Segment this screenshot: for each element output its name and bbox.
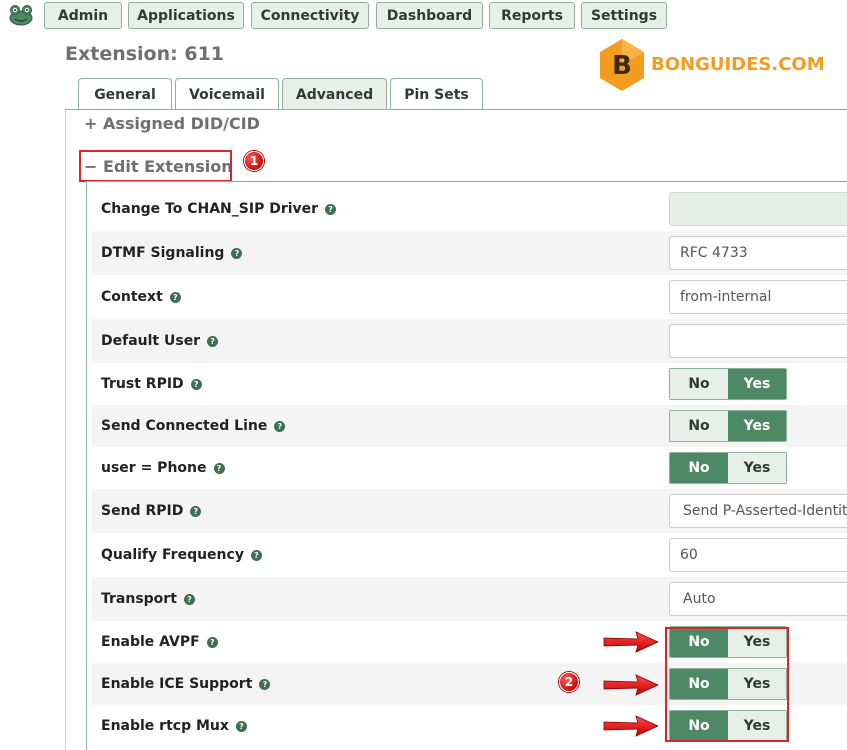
toggle-yes[interactable]: Yes xyxy=(728,369,786,399)
nav-connectivity-button[interactable]: Connectivity xyxy=(251,2,369,29)
trust-rpid-toggle[interactable]: No Yes xyxy=(669,368,787,400)
content-border xyxy=(65,110,66,750)
row-context: Context? from-internal xyxy=(92,275,847,319)
help-icon[interactable]: ? xyxy=(169,291,181,303)
help-icon[interactable]: ? xyxy=(190,378,202,390)
field-label: Change To CHAN_SIP Driver? xyxy=(101,201,337,217)
page-title: Extension: 611 xyxy=(65,43,225,65)
toggle-yes[interactable]: Yes xyxy=(728,453,786,483)
field-label: DTMF Signaling? xyxy=(101,245,243,261)
nav-applications-button[interactable]: Applications xyxy=(128,2,244,29)
help-icon[interactable]: ? xyxy=(231,247,243,259)
transport-select[interactable]: Auto xyxy=(669,582,847,616)
help-icon[interactable]: ? xyxy=(250,549,262,561)
help-icon[interactable]: ? xyxy=(325,203,337,215)
help-icon[interactable]: ? xyxy=(207,335,219,347)
row-send-rpid: Send RPID? Send P-Asserted-Identity head… xyxy=(92,489,847,533)
nav-dashboard-button[interactable]: Dashboard xyxy=(376,2,483,29)
tab-voicemail[interactable]: Voicemail xyxy=(175,78,279,110)
row-transport: Transport? Auto xyxy=(92,577,847,621)
field-label: Enable rtcp Mux? xyxy=(101,718,247,734)
send-rpid-select[interactable]: Send P-Asserted-Identity header xyxy=(669,494,847,528)
toggle-no[interactable]: No xyxy=(670,453,728,483)
panel-border-left xyxy=(86,181,87,750)
user-phone-toggle[interactable]: No Yes xyxy=(669,452,787,484)
chan-sip-driver-field[interactable] xyxy=(669,192,847,226)
row-dtmf-signaling: DTMF Signaling? RFC 4733 xyxy=(92,231,847,275)
watermark-letter: B xyxy=(612,51,632,81)
help-icon[interactable]: ? xyxy=(235,720,247,732)
help-icon[interactable]: ? xyxy=(206,636,218,648)
field-label: Qualify Frequency? xyxy=(101,547,262,563)
context-input[interactable]: from-internal xyxy=(669,280,847,314)
send-connected-line-toggle[interactable]: No Yes xyxy=(669,410,787,442)
help-icon[interactable]: ? xyxy=(190,505,202,517)
tab-pin-sets[interactable]: Pin Sets xyxy=(390,78,483,110)
plus-icon: + xyxy=(84,114,98,133)
section-label: Assigned DID/CID xyxy=(102,114,260,133)
qualify-frequency-input[interactable]: 60 xyxy=(669,538,847,572)
field-label: Send Connected Line? xyxy=(101,418,286,434)
highlight-box-toggles xyxy=(665,627,789,742)
panel-border xyxy=(86,181,847,182)
row-user-phone: user = Phone? No Yes xyxy=(92,447,847,489)
row-send-connected-line: Send Connected Line? No Yes xyxy=(92,405,847,447)
tab-general[interactable]: General xyxy=(78,78,172,110)
toggle-no[interactable]: No xyxy=(670,411,728,441)
field-label: user = Phone? xyxy=(101,460,225,476)
row-chan-sip-driver: Change To CHAN_SIP Driver? xyxy=(92,187,847,231)
field-label: Send RPID? xyxy=(101,503,202,519)
default-user-input[interactable] xyxy=(669,324,847,358)
field-label: Enable ICE Support? xyxy=(101,676,271,692)
top-nav: Admin Applications Connectivity Dashboar… xyxy=(0,0,847,34)
help-icon[interactable]: ? xyxy=(274,420,286,432)
toggle-yes[interactable]: Yes xyxy=(728,411,786,441)
field-label: Context? xyxy=(101,289,181,305)
row-default-user: Default User? xyxy=(92,319,847,363)
red-arrow-icon xyxy=(603,631,659,653)
field-label: Enable AVPF? xyxy=(101,634,218,650)
red-arrow-icon xyxy=(603,715,659,737)
watermark: B BONGUIDES.COM xyxy=(597,37,837,93)
highlight-box-edit-extension xyxy=(79,150,232,182)
toggle-no[interactable]: No xyxy=(670,369,728,399)
field-label: Transport? xyxy=(101,591,195,607)
callout-badge-2: 2 xyxy=(559,672,579,692)
tab-advanced[interactable]: Advanced xyxy=(282,78,387,110)
nav-admin-button[interactable]: Admin xyxy=(44,2,122,29)
callout-badge-1: 1 xyxy=(244,151,264,171)
red-arrow-icon xyxy=(603,674,659,696)
freepbx-frog-logo-icon[interactable] xyxy=(8,3,34,27)
help-icon[interactable]: ? xyxy=(213,462,225,474)
dtmf-signaling-select[interactable]: RFC 4733 xyxy=(669,236,847,270)
row-qualify-frequency: Qualify Frequency? 60 xyxy=(92,533,847,577)
field-label: Default User? xyxy=(101,333,219,349)
row-trust-rpid: Trust RPID? No Yes xyxy=(92,363,847,405)
help-icon[interactable]: ? xyxy=(259,678,271,690)
field-label: Trust RPID? xyxy=(101,376,202,392)
nav-reports-button[interactable]: Reports xyxy=(489,2,575,29)
bonguides-hexagon-logo-icon: B xyxy=(600,39,644,91)
section-assigned-did-cid[interactable]: + Assigned DID/CID xyxy=(84,114,260,133)
watermark-text: BONGUIDES.COM xyxy=(651,54,825,75)
tab-divider xyxy=(65,109,847,110)
nav-settings-button[interactable]: Settings xyxy=(581,2,667,29)
help-icon[interactable]: ? xyxy=(183,593,195,605)
